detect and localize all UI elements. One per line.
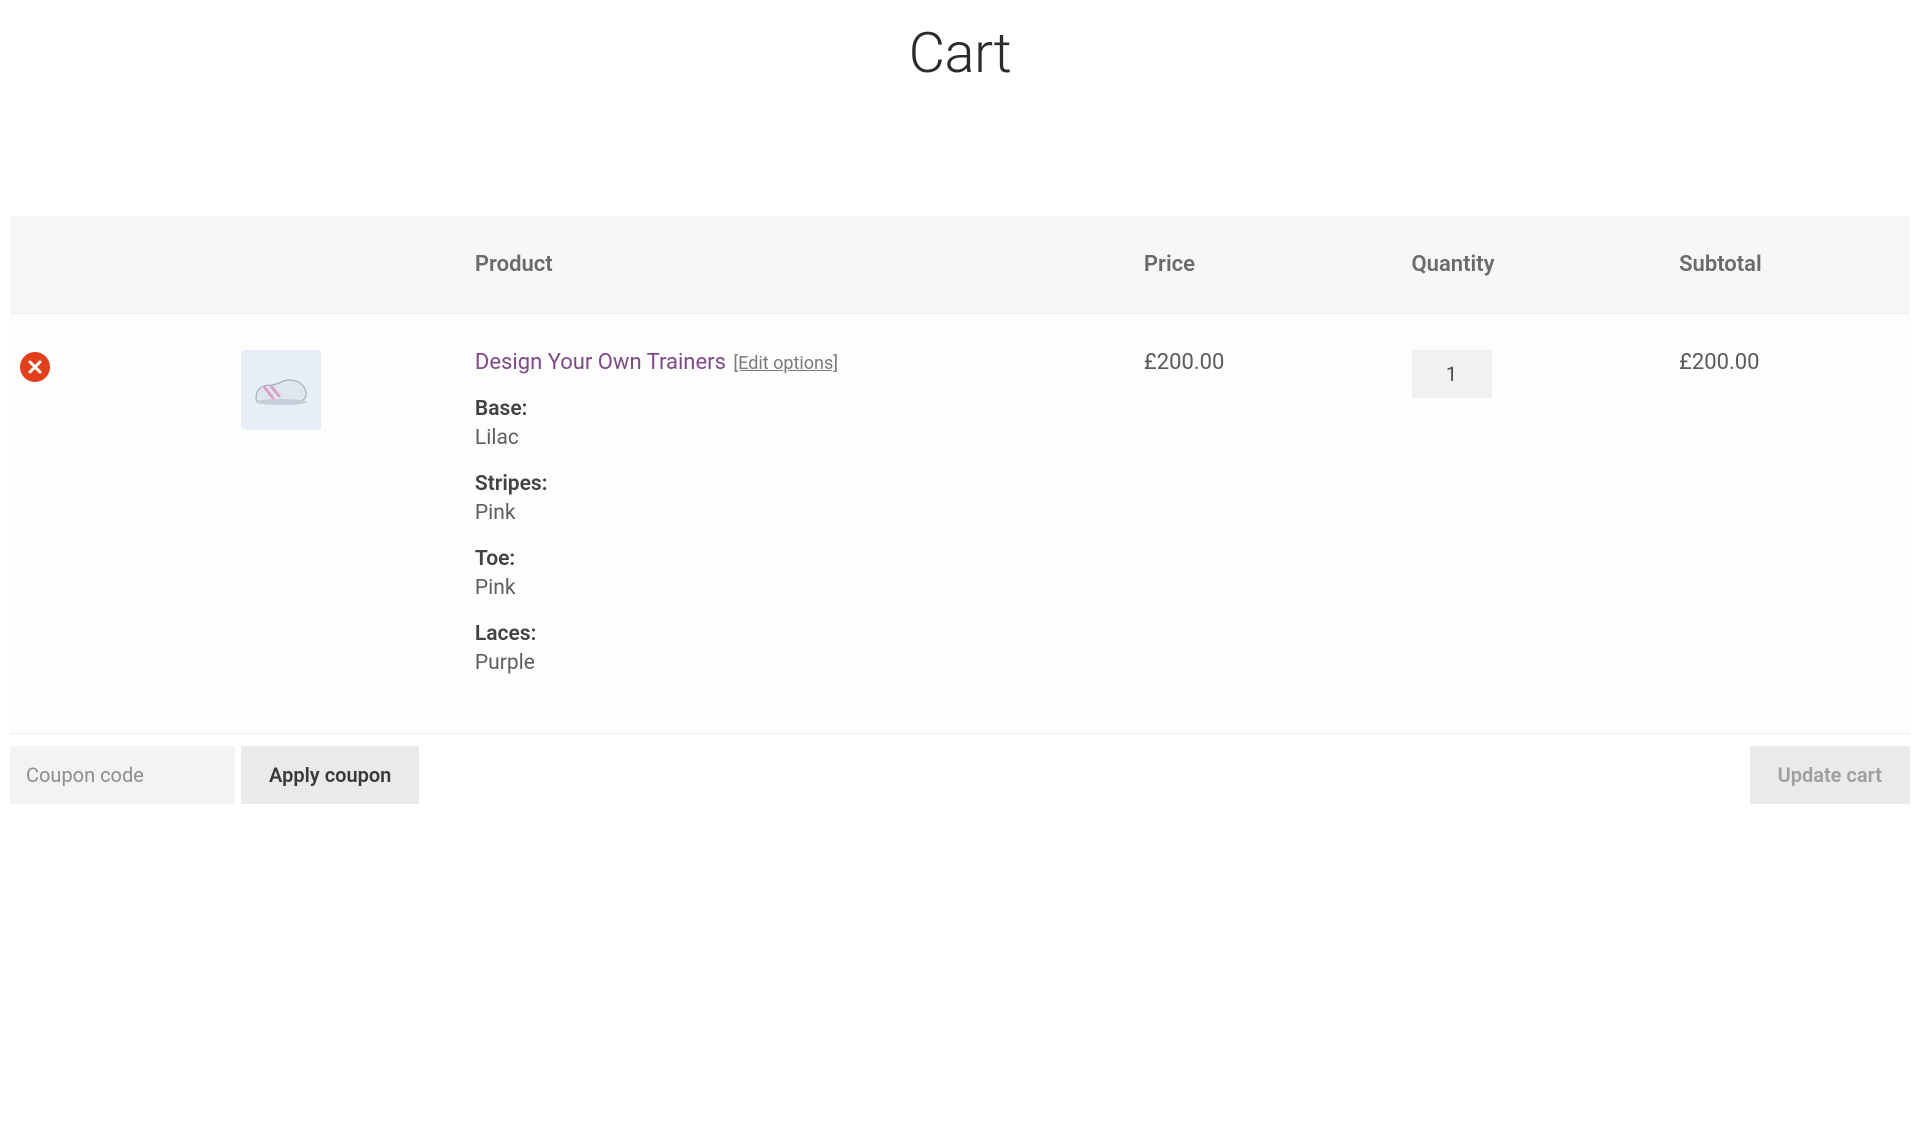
variation-value: Lilac <box>475 426 519 450</box>
variation-label: Laces: <box>475 622 1124 646</box>
page-title: Cart <box>10 20 1910 86</box>
variation-value: Purple <box>475 651 535 675</box>
update-cart-button[interactable]: Update cart <box>1750 746 1910 804</box>
variation-label: Toe: <box>475 547 1124 571</box>
variation-value: Pink <box>475 501 516 525</box>
col-subtotal: Subtotal <box>1669 216 1910 314</box>
trainer-icon <box>251 370 311 410</box>
variation-list: Base: Lilac Stripes: Pink Toe: Pink Lace… <box>475 397 1124 675</box>
cart-actions: Apply coupon Update cart <box>10 734 1910 816</box>
quantity-input[interactable] <box>1412 350 1492 398</box>
variation-value: Pink <box>475 576 516 600</box>
col-product: Product <box>465 216 1134 314</box>
col-thumbnail <box>211 216 465 314</box>
coupon-code-input[interactable] <box>10 746 235 804</box>
close-icon <box>28 360 42 374</box>
cart-row: Design Your Own Trainers [Edit options] … <box>10 314 1910 734</box>
col-remove <box>10 216 211 314</box>
product-thumbnail[interactable] <box>241 350 321 430</box>
variation-label: Base: <box>475 397 1124 421</box>
variation-label: Stripes: <box>475 472 1124 496</box>
item-price: £200.00 <box>1134 314 1402 734</box>
col-quantity: Quantity <box>1402 216 1670 314</box>
apply-coupon-button[interactable]: Apply coupon <box>241 746 419 804</box>
remove-item-button[interactable] <box>20 352 50 382</box>
product-name-link[interactable]: Design Your Own Trainers <box>475 350 726 375</box>
item-subtotal: £200.00 <box>1669 314 1910 734</box>
col-price: Price <box>1134 216 1402 314</box>
edit-options-link[interactable]: [Edit options] <box>733 353 838 374</box>
cart-table: Product Price Quantity Subtotal <box>10 216 1910 734</box>
